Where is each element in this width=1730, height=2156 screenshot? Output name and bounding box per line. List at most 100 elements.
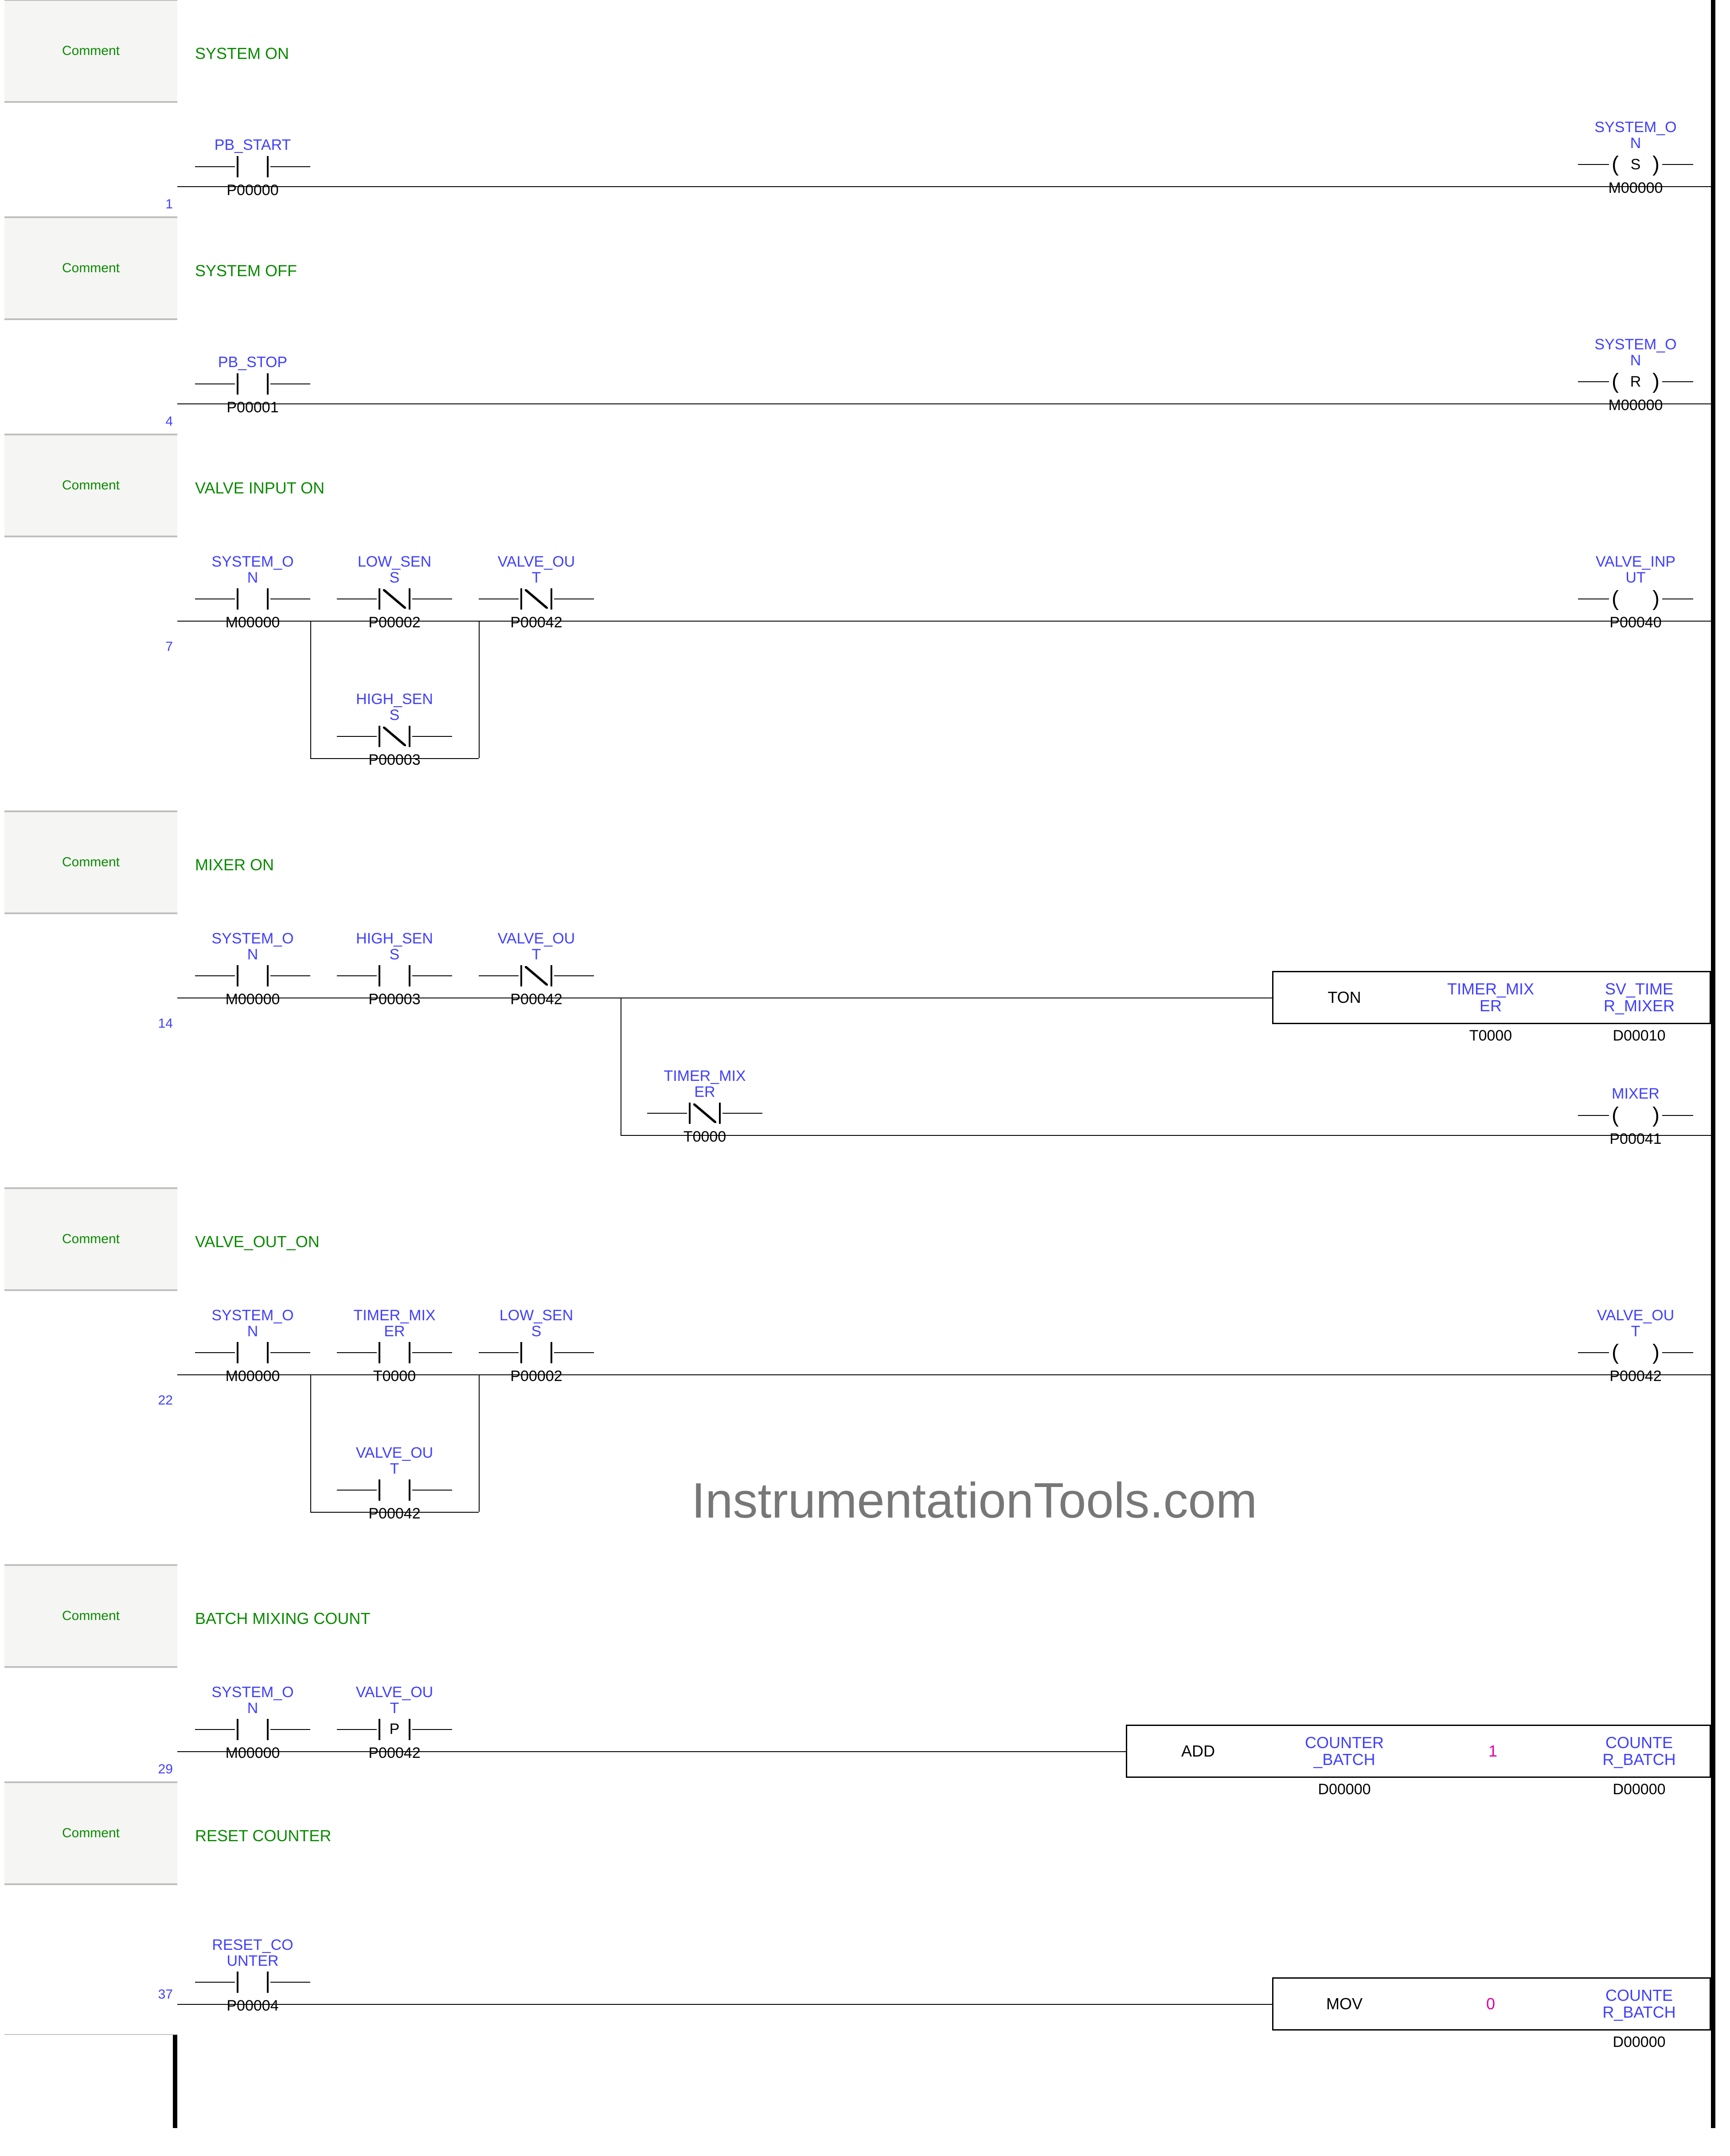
contact-valve-out-nc: VALVE_OU T P00042 <box>479 931 594 1008</box>
no-contact-icon <box>479 1339 594 1366</box>
block-op: ADD <box>1127 1726 1269 1776</box>
contact-timer-no: TIMER_MIX ER T0000 <box>337 1308 452 1385</box>
contact-label: LOW_SEN S <box>479 1308 594 1339</box>
contact-system-on: SYSTEM_O N M00000 <box>195 1308 310 1385</box>
coil-label: VALVE_OU T <box>1578 1308 1693 1339</box>
contact-label: VALVE_OU T <box>337 1445 452 1477</box>
block-param: SV_TIME R_MIXER <box>1566 972 1712 1023</box>
no-contact-icon <box>195 963 310 989</box>
contact-system-on: SYSTEM_O N M00000 <box>195 931 310 1008</box>
nc-contact-icon <box>479 586 594 612</box>
rung-wire <box>177 403 1711 404</box>
branch-wire <box>310 621 311 758</box>
gutter-rung: 37 <box>4 1884 177 2035</box>
coil-valve-out: VALVE_OU T () P00042 <box>1578 1308 1693 1385</box>
coil-modifier: S <box>1578 151 1693 178</box>
contact-system-on: SYSTEM_O N M00000 <box>195 1685 310 1762</box>
rung-comment: SYSTEM ON <box>195 44 289 63</box>
contact-address: P00004 <box>195 1997 310 2015</box>
gutter-comment: Comment <box>4 0 177 102</box>
coil-address: P00042 <box>1578 1368 1693 1385</box>
rung-number: 29 <box>158 1762 173 1777</box>
no-contact-icon <box>195 371 310 397</box>
rung-number: 4 <box>165 414 173 429</box>
rung-number: 37 <box>158 1987 173 2002</box>
coil-label: SYSTEM_O N <box>1578 337 1693 368</box>
contact-label: LOW_SEN S <box>337 554 452 586</box>
contact-label: TIMER_MIX ER <box>647 1068 762 1100</box>
block-param: COUNTE R_BATCH <box>1566 1979 1712 2029</box>
no-contact-icon <box>195 1969 310 1996</box>
contact-address: T0000 <box>337 1368 452 1385</box>
branch-wire <box>479 1374 480 1512</box>
contact-label: HIGH_SEN S <box>337 692 452 723</box>
add-block: ADD COUNTER _BATCH 1 COUNTE R_BATCH D000… <box>1126 1725 1711 1778</box>
rung-comment: MIXER ON <box>195 856 274 874</box>
no-contact-icon <box>195 153 310 180</box>
gutter-comment: Comment <box>4 1565 177 1667</box>
ladder-diagram: Inst Tools Comment 1 Comment 4 Comment 7… <box>0 0 1730 2128</box>
contact-label: TIMER_MIX ER <box>337 1308 452 1339</box>
contact-label: SYSTEM_O N <box>195 1308 310 1339</box>
contact-reset-counter: RESET_CO UNTER P00004 <box>195 1937 310 2015</box>
block-param: 1 <box>1420 1726 1566 1776</box>
contact-valve-out-no: VALVE_OU T P00042 <box>337 1445 452 1522</box>
gutter-rung: 29 <box>4 1667 177 1782</box>
coil-system-on-set: SYSTEM_O N (S) M00000 <box>1578 120 1693 197</box>
contact-address: P00002 <box>479 1368 594 1385</box>
contact-valve-out-pulse: VALVE_OU T P P00042 <box>337 1685 452 1762</box>
contact-label: RESET_CO UNTER <box>195 1937 310 1969</box>
block-op: MOV <box>1273 1979 1415 2029</box>
contact-address: P00003 <box>337 751 452 769</box>
contact-address: T0000 <box>647 1128 762 1146</box>
contact-address: M00000 <box>195 1745 310 1762</box>
block-address: D00000 <box>1269 1781 1420 1798</box>
gutter-comment: Comment <box>4 811 177 913</box>
coil-modifier: R <box>1578 368 1693 395</box>
contact-label: SYSTEM_O N <box>195 554 310 586</box>
contact-valve-out-nc: VALVE_OU T P00042 <box>479 554 594 631</box>
gutter-rung: 4 <box>4 319 177 434</box>
contact-address: P00042 <box>337 1505 452 1522</box>
contact-label: VALVE_OU T <box>337 1685 452 1716</box>
no-contact-icon <box>195 1339 310 1366</box>
block-address: D00000 <box>1566 2034 1712 2051</box>
contact-address: P00003 <box>337 991 452 1008</box>
nc-contact-icon <box>647 1100 762 1127</box>
rung-number: 14 <box>158 1016 173 1031</box>
contact-low-sens-no: LOW_SEN S P00002 <box>479 1308 594 1385</box>
nc-contact-icon <box>479 963 594 989</box>
gutter-rung: 14 <box>4 913 177 1188</box>
coil-label: VALVE_INP UT <box>1578 554 1693 586</box>
rung-wire <box>177 186 1711 187</box>
gutter-comment: Comment <box>4 434 177 536</box>
contact-address: M00000 <box>195 991 310 1008</box>
no-contact-icon <box>337 963 452 989</box>
contact-address: M00000 <box>195 1368 310 1385</box>
gutter-rung: 7 <box>4 536 177 811</box>
ton-block: TON TIMER_MIX ER SV_TIME R_MIXER T0000 D… <box>1272 971 1711 1024</box>
gutter-rung: 1 <box>4 102 177 217</box>
coil-label: SYSTEM_O N <box>1578 120 1693 151</box>
block-address: T0000 <box>1415 1027 1566 1045</box>
block-param: COUNTE R_BATCH <box>1566 1726 1712 1776</box>
contact-low-sens-nc: LOW_SEN S P00002 <box>337 554 452 631</box>
contact-system-on: SYSTEM_O N M00000 <box>195 554 310 631</box>
contact-address: P00042 <box>479 614 594 631</box>
coil-address: P00040 <box>1578 614 1693 631</box>
coil-icon: () <box>1578 1339 1693 1366</box>
branch-wire <box>621 1135 1711 1136</box>
contact-high-sens-no: HIGH_SEN S P00003 <box>337 931 452 1008</box>
contact-address: P00001 <box>195 399 310 416</box>
rung-comment: VALVE_OUT_ON <box>195 1233 320 1251</box>
contact-label: SYSTEM_O N <box>195 1685 310 1716</box>
set-coil-icon: (S) <box>1578 151 1693 178</box>
coil-address: M00000 <box>1578 397 1693 414</box>
contact-label: PB_START <box>195 137 310 153</box>
rung-comment: RESET COUNTER <box>195 1827 331 1845</box>
coil-icon: () <box>1578 586 1693 612</box>
nc-contact-icon <box>337 723 452 750</box>
coil-address: M00000 <box>1578 180 1693 197</box>
block-param: 0 <box>1415 1979 1566 2029</box>
gutter-comment: Comment <box>4 1188 177 1290</box>
